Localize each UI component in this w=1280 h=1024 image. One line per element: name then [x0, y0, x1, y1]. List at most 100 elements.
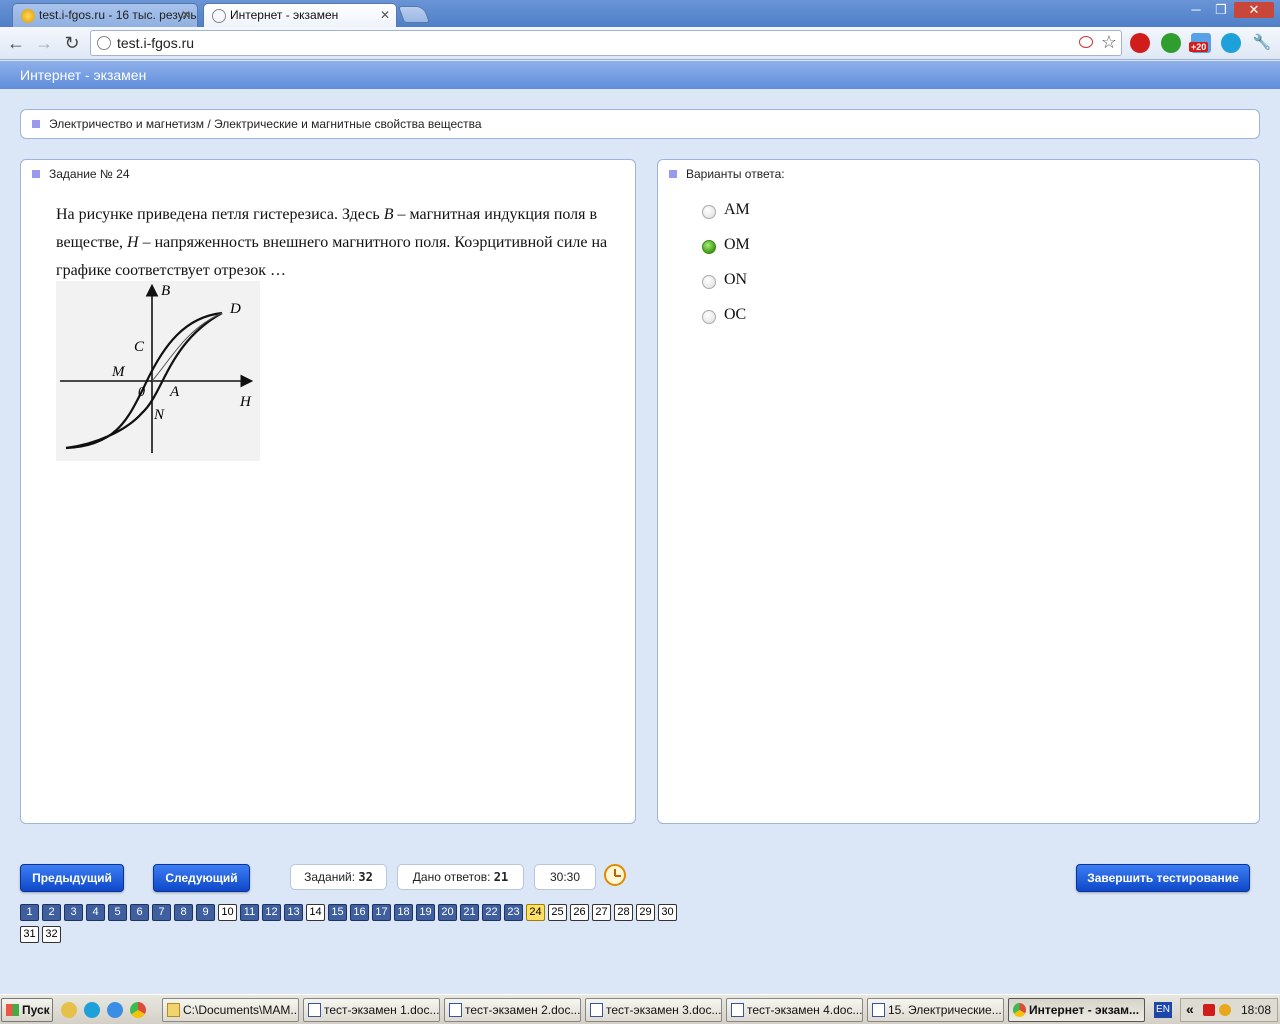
taskbar-task-button[interactable]: тест-экзамен 1.doc... — [303, 998, 440, 1022]
var-h: H — [127, 234, 139, 251]
page-number-button[interactable]: 17 — [372, 904, 391, 921]
tray-app-icon[interactable] — [1219, 1004, 1231, 1016]
label-a: A — [169, 384, 180, 400]
tasks-counter-value: 32 — [358, 870, 373, 884]
label-m: M — [111, 364, 126, 380]
page-number-button[interactable]: 4 — [86, 904, 105, 921]
page-number-button[interactable]: 3 — [64, 904, 83, 921]
question-part-3: – напряженность внешнего магнитного поля… — [56, 234, 608, 279]
taskbar-task-button[interactable]: тест-экзамен 4.doc... — [726, 998, 863, 1022]
page-number-button[interactable]: 6 — [130, 904, 149, 921]
translate-icon[interactable] — [1079, 36, 1093, 48]
utorrent-icon[interactable] — [1161, 33, 1181, 53]
new-tab-button[interactable] — [397, 6, 431, 23]
bookmark-star-icon[interactable]: ☆ — [1101, 32, 1117, 53]
page-number-button[interactable]: 23 — [504, 904, 523, 921]
reload-button[interactable]: ↻ — [61, 32, 83, 54]
back-button[interactable]: ← — [5, 32, 27, 54]
chrome-icon[interactable] — [130, 1002, 146, 1018]
page-number-button[interactable]: 25 — [548, 904, 567, 921]
page-number-button[interactable]: 28 — [614, 904, 633, 921]
address-bar[interactable]: test.i-fgos.ru ☆ — [90, 30, 1122, 56]
page-number-button[interactable]: 11 — [240, 904, 259, 921]
close-icon[interactable]: ✕ — [380, 4, 390, 26]
page-number-button[interactable]: 27 — [592, 904, 611, 921]
taskbar-task-label: тест-экзамен 2.doc... — [465, 1003, 581, 1017]
close-icon[interactable]: ✕ — [181, 4, 191, 26]
page-number-button[interactable]: 32 — [42, 926, 61, 943]
page-number-button[interactable]: 31 — [20, 926, 39, 943]
page-number-button[interactable]: 9 — [196, 904, 215, 921]
ie-icon[interactable] — [107, 1002, 123, 1018]
page-number-button[interactable]: 10 — [218, 904, 237, 921]
taskbar: Пуск C:\Documents\MAM... тест-экзамен 1.d… — [0, 994, 1280, 1024]
folder-icon — [167, 1003, 180, 1017]
radio-button[interactable] — [702, 275, 716, 289]
taskbar-task-button[interactable]: тест-экзамен 2.doc... — [444, 998, 581, 1022]
taskbar-task-label: 15. Электрические... — [888, 1003, 1002, 1017]
page-number-button[interactable]: 29 — [636, 904, 655, 921]
clock-time: 18:08 — [1240, 1003, 1271, 1017]
tray-expand-icon[interactable]: « — [1186, 1001, 1194, 1017]
page-number-button[interactable]: 21 — [460, 904, 479, 921]
tray-app-icon[interactable] — [1203, 1004, 1215, 1016]
taskbar-task-button[interactable]: тест-экзамен 3.doc... — [585, 998, 722, 1022]
word-doc-icon — [308, 1003, 321, 1017]
previous-button[interactable]: Предыдущий — [20, 864, 124, 892]
taskbar-task-button[interactable]: Интернет - экзам... — [1008, 998, 1145, 1022]
label-b: B — [161, 283, 170, 299]
page-number-button[interactable]: 2 — [42, 904, 61, 921]
minimize-button[interactable]: ─ — [1184, 2, 1208, 18]
radio-button[interactable] — [702, 205, 716, 219]
page-number-button[interactable]: 12 — [262, 904, 281, 921]
quicklaunch-icon[interactable] — [61, 1002, 77, 1018]
initial-magnetization-curve — [151, 312, 223, 382]
page-number-button[interactable]: 15 — [328, 904, 347, 921]
wrench-menu-icon[interactable]: 🔧 — [1251, 32, 1273, 54]
start-button[interactable]: Пуск — [1, 998, 53, 1022]
answers-heading: Варианты ответа: — [686, 167, 785, 181]
answer-label: ON — [724, 271, 748, 288]
restore-button[interactable]: ❐ — [1209, 2, 1233, 18]
tab-title: test.i-fgos.ru - 16 тыс. резуль — [39, 8, 197, 22]
skype-icon[interactable] — [84, 1002, 100, 1018]
tab-search-results[interactable]: test.i-fgos.ru - 16 тыс. резуль ✕ — [12, 3, 198, 27]
hysteresis-diagram: B H D C M 0 A N — [60, 283, 254, 453]
language-indicator[interactable]: EN — [1154, 1002, 1172, 1018]
skype-icon[interactable] — [1221, 33, 1241, 53]
page-number-button[interactable]: 30 — [658, 904, 677, 921]
breadcrumb: Электричество и магнетизм / Электрически… — [49, 117, 482, 131]
page-number-button[interactable]: 14 — [306, 904, 325, 921]
mail-notifier-icon[interactable]: +20 — [1189, 33, 1211, 53]
hysteresis-figure: B H D C M 0 A N — [56, 281, 260, 461]
page-number-button[interactable]: 19 — [416, 904, 435, 921]
page-number-button[interactable]: 24 — [526, 904, 545, 921]
page-number-button[interactable]: 18 — [394, 904, 413, 921]
adblock-icon[interactable] — [1130, 33, 1150, 53]
taskbar-task-button[interactable]: C:\Documents\MAM... — [162, 998, 299, 1022]
timer: 30:30 — [534, 864, 596, 890]
tab-internet-exam[interactable]: Интернет - экзамен ✕ — [203, 3, 397, 27]
bullet-icon — [669, 170, 677, 178]
page-number-button[interactable]: 13 — [284, 904, 303, 921]
page-number-button[interactable]: 16 — [350, 904, 369, 921]
page-number-button[interactable]: 1 — [20, 904, 39, 921]
close-window-button[interactable]: ✕ — [1234, 2, 1274, 18]
next-button[interactable]: Следующий — [153, 864, 250, 892]
tasks-counter-label: Заданий: — [304, 870, 359, 884]
page-number-button[interactable]: 7 — [152, 904, 171, 921]
page-number-button[interactable]: 5 — [108, 904, 127, 921]
page-number-button[interactable]: 20 — [438, 904, 457, 921]
page-number-button[interactable]: 26 — [570, 904, 589, 921]
forward-button[interactable]: → — [33, 32, 55, 54]
page-number-button[interactable]: 22 — [482, 904, 501, 921]
app-title: Интернет - экзамен — [20, 67, 147, 83]
answered-counter-label: Дано ответов: — [412, 870, 494, 884]
globe-icon — [212, 9, 226, 23]
radio-button-selected[interactable] — [702, 240, 716, 254]
radio-button[interactable] — [702, 310, 716, 324]
chrome-icon — [1013, 1003, 1026, 1017]
page-number-button[interactable]: 8 — [174, 904, 193, 921]
finish-test-button[interactable]: Завершить тестирование — [1076, 864, 1250, 892]
taskbar-task-button[interactable]: 15. Электрические... — [867, 998, 1004, 1022]
